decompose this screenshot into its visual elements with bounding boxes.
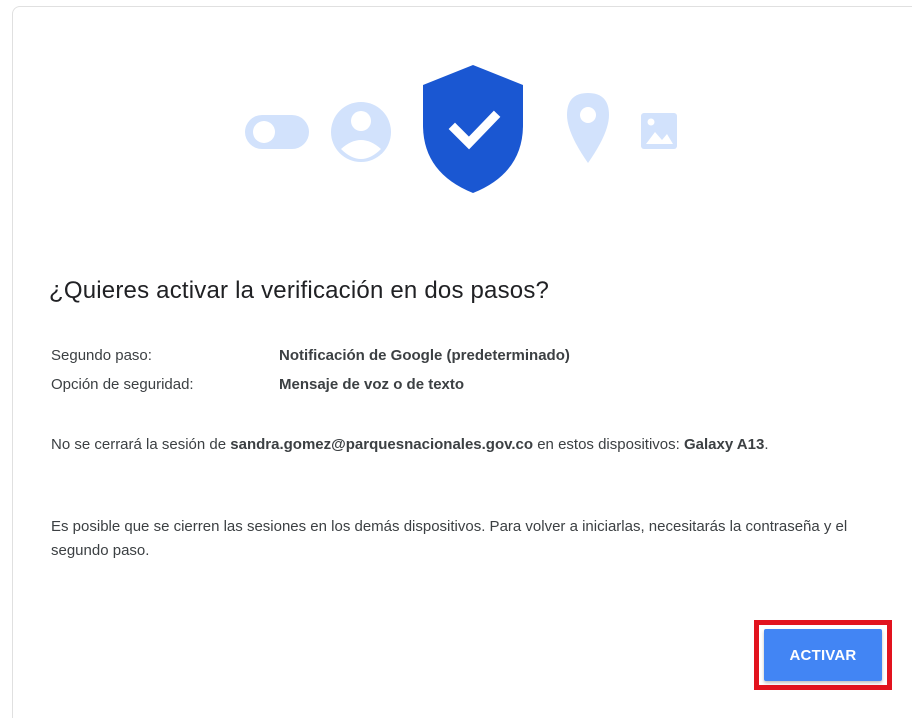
hero-illustration [233,65,703,205]
activate-button[interactable]: ACTIVAR [764,629,882,681]
session-notice: No se cerrará la sesión de sandra.gomez@… [51,433,881,457]
session-text-after: en estos dispositivos: [533,436,684,453]
other-devices-notice: Es posible que se cierren las sesiones e… [51,518,848,559]
toggle-icon [245,115,309,149]
summary-value: Notificación de Google (predeterminado) [279,347,570,364]
summary-value: Mensaje de voz o de texto [279,376,465,393]
settings-summary: Segundo paso: Notificación de Google (pr… [51,341,570,399]
activate-button-highlight: ACTIVAR [754,620,892,690]
summary-row-security-option: Opción de seguridad: Mensaje de voz o de… [51,370,570,399]
session-period: . [764,436,769,453]
account-circle-icon [331,102,391,162]
session-text-before: No se cerrará la sesión de [51,436,231,453]
summary-label: Opción de seguridad: [51,376,194,393]
summary-row-second-step: Segundo paso: Notificación de Google (pr… [51,341,570,370]
location-pin-icon [567,93,609,163]
session-email: sandra.gomez@parquesnacionales.gov.co [230,436,534,453]
dialog-title: ¿Quieres activar la verificación en dos … [49,277,550,304]
image-icon [641,113,677,149]
session-device: Galaxy A13 [683,436,765,453]
summary-label: Segundo paso: [51,347,152,364]
shield-check-icon [423,65,523,193]
two-step-dialog: ¿Quieres activar la verificación en dos … [12,6,912,718]
